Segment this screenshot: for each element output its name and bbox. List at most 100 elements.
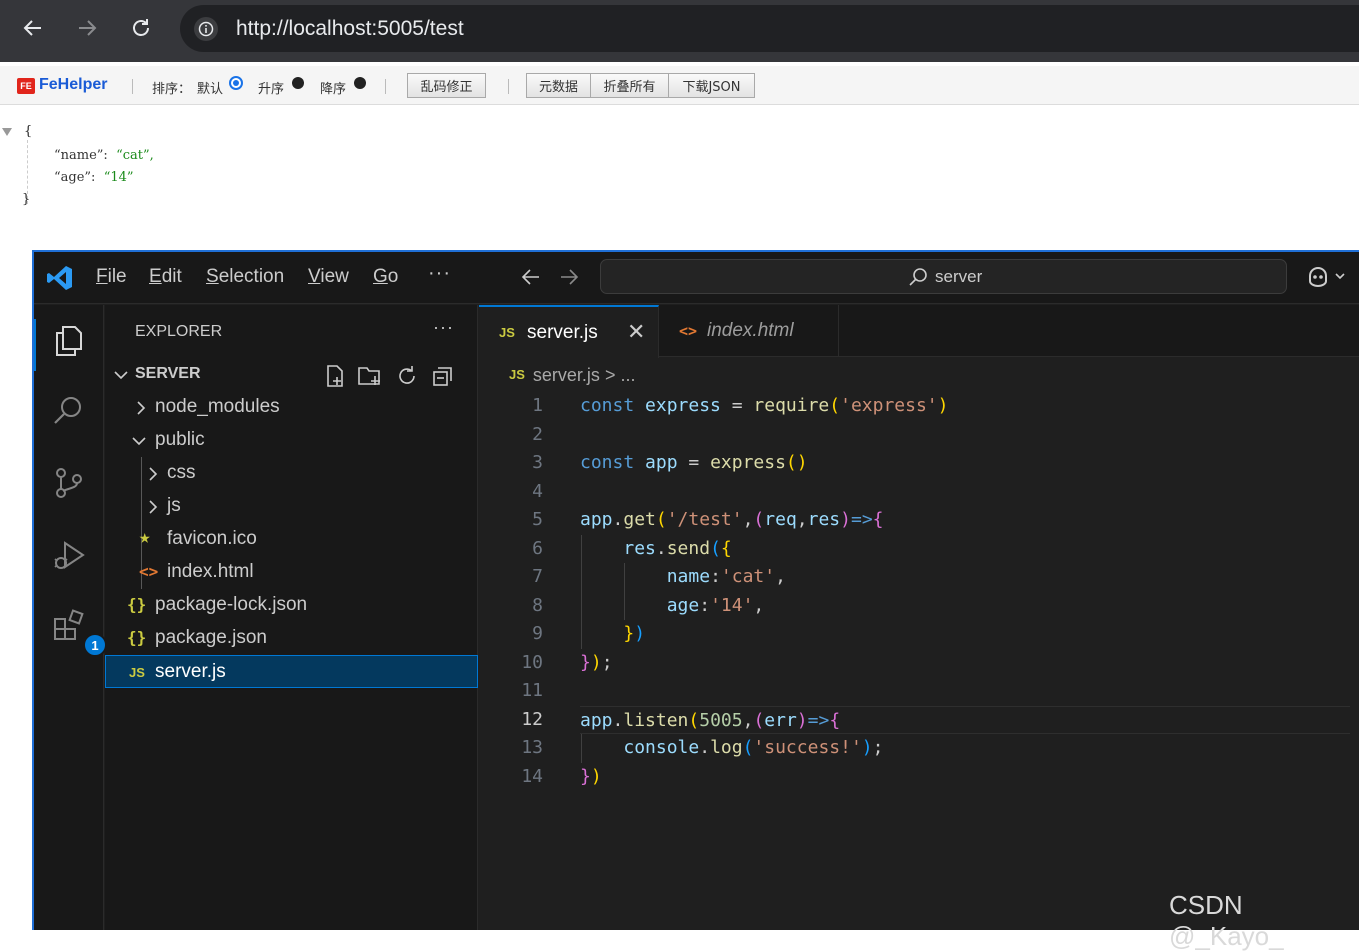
command-center[interactable]: server	[600, 259, 1287, 294]
active-indicator	[34, 319, 36, 371]
code-token: }	[580, 765, 591, 787]
site-info-icon[interactable]	[194, 17, 218, 41]
code-text[interactable]: });	[580, 649, 1350, 678]
files-icon	[56, 326, 82, 356]
star-icon: ★	[139, 526, 151, 548]
tree-item-package-json[interactable]: {} package.json	[105, 622, 478, 655]
breadcrumb-file[interactable]: server.js	[533, 365, 600, 385]
tree-item-node-modules[interactable]: node_modules	[105, 391, 478, 424]
code-line[interactable]: 14})	[479, 763, 1359, 792]
code-token: )	[634, 623, 646, 644]
back-button[interactable]	[18, 13, 48, 43]
json-close-brace: }	[22, 192, 31, 207]
code-token: const	[580, 452, 635, 473]
download-json-button[interactable]: 下载JSON	[668, 73, 755, 98]
collapse-all-icon[interactable]	[431, 364, 455, 388]
code-token: ,	[753, 594, 765, 616]
menu-selection[interactable]: Selection	[206, 266, 284, 288]
code-line[interactable]: 10});	[479, 649, 1359, 678]
search-activity-button[interactable]	[49, 391, 89, 431]
code-line[interactable]: 9 })	[479, 620, 1359, 649]
section-header-server[interactable]: SERVER	[105, 358, 478, 391]
nav-forward-icon[interactable]	[558, 266, 580, 288]
code-text[interactable]	[580, 478, 1350, 507]
nav-back-icon[interactable]	[520, 266, 542, 288]
url-text[interactable]: http://localhost:5005/test	[236, 17, 464, 41]
tree-item-public[interactable]: public	[105, 424, 478, 457]
code-line[interactable]: 4	[479, 478, 1359, 507]
code-text[interactable]: console.log('success!');	[580, 734, 1350, 763]
sort-desc-radio[interactable]	[354, 77, 366, 89]
tree-item-js[interactable]: js	[105, 490, 478, 523]
tree-item-package-lock[interactable]: {} package-lock.json	[105, 589, 478, 622]
code-token: '14'	[710, 594, 754, 616]
code-token: )	[937, 395, 949, 416]
code-text[interactable]	[580, 677, 1350, 706]
explorer-activity-button[interactable]	[49, 321, 89, 361]
tab-index-html[interactable]: <> index.html	[659, 305, 839, 357]
code-text[interactable]: app.listen(5005,(err)=>{	[580, 705, 1350, 734]
code-text[interactable]: age:'14',	[580, 592, 1350, 621]
code-line[interactable]: 5 app.get('/test',(req,res)=>{	[479, 506, 1359, 535]
menu-file[interactable]: File	[96, 266, 127, 288]
code-token: 5005	[699, 709, 743, 731]
forward-button[interactable]	[72, 13, 102, 43]
run-debug-activity-button[interactable]	[49, 535, 89, 575]
code-text[interactable]: })	[580, 763, 1350, 792]
menu-more-button[interactable]: ···	[428, 262, 451, 285]
code-line[interactable]: 2	[479, 421, 1359, 450]
code-token: ;	[872, 737, 884, 758]
code-text[interactable]: const express = require('express')	[580, 392, 1350, 421]
refresh-icon[interactable]	[395, 364, 419, 388]
code-token: express	[645, 395, 721, 416]
code-token: .	[612, 709, 624, 731]
tree-item-label: package.json	[155, 627, 267, 648]
code-text[interactable]: res.send({	[580, 535, 1350, 564]
code-token: )	[840, 509, 851, 530]
fold-all-button[interactable]: 折叠所有	[590, 73, 669, 98]
tab-server-js[interactable]: JS server.js ✕	[479, 305, 659, 358]
tree-item-css[interactable]: css	[105, 457, 478, 490]
code-line[interactable]: 11	[479, 677, 1359, 706]
code-line[interactable]: 1 const express = require('express')	[479, 392, 1359, 421]
code-text[interactable]: app.get('/test',(req,res)=>{	[580, 506, 1350, 535]
code-line[interactable]: 6 res.send({	[479, 535, 1359, 564]
code-token: req	[764, 509, 797, 530]
menu-go[interactable]: Go	[373, 266, 398, 288]
code-token: =>	[850, 509, 873, 530]
reload-button[interactable]	[126, 13, 156, 43]
collapse-toggle-icon[interactable]	[2, 128, 12, 136]
code-line[interactable]: 12 app.listen(5005,(err)=>{	[479, 705, 1359, 734]
code-line[interactable]: 7 name:'cat',	[479, 563, 1359, 592]
copilot-icon[interactable]	[1306, 264, 1350, 290]
sort-asc-radio[interactable]	[292, 77, 304, 89]
source-control-activity-button[interactable]	[49, 463, 89, 503]
new-file-icon[interactable]	[323, 364, 347, 388]
code-text[interactable]: })	[580, 620, 1350, 649]
menu-view[interactable]: View	[308, 266, 349, 288]
menu-edit[interactable]: Edit	[149, 266, 182, 288]
code-text[interactable]	[580, 421, 1350, 450]
fix-encoding-button[interactable]: 乱码修正	[407, 73, 486, 98]
run-debug-icon	[54, 541, 85, 569]
code-line[interactable]: 13 console.log('success!');	[479, 734, 1359, 763]
tree-item-index-html[interactable]: <> index.html	[105, 556, 478, 589]
address-bar[interactable]: http://localhost:5005/test	[180, 5, 1359, 52]
new-folder-icon[interactable]	[357, 364, 383, 388]
tree-item-server-js[interactable]: JS server.js	[105, 655, 478, 688]
code-token: listen	[623, 709, 689, 731]
code-line[interactable]: 3 const app = express()	[479, 449, 1359, 478]
sort-default-radio[interactable]	[229, 76, 243, 90]
tree-item-favicon[interactable]: ★ favicon.ico	[105, 523, 478, 556]
breadcrumb-rest[interactable]: > ...	[605, 365, 636, 385]
code-text[interactable]: name:'cat',	[580, 563, 1350, 592]
fehelper-brand[interactable]: FeHelper	[39, 76, 107, 94]
extensions-activity-button[interactable]: 1	[49, 607, 107, 657]
explorer-more-button[interactable]: ···	[433, 317, 454, 338]
breadcrumb[interactable]: JS server.js > ...	[509, 365, 635, 386]
chevron-down-icon	[132, 437, 146, 446]
code-line[interactable]: 8 age:'14',	[479, 592, 1359, 621]
close-icon[interactable]: ✕	[627, 319, 645, 345]
code-text[interactable]: const app = express()	[580, 449, 1350, 478]
metadata-button[interactable]: 元数据	[526, 73, 591, 98]
